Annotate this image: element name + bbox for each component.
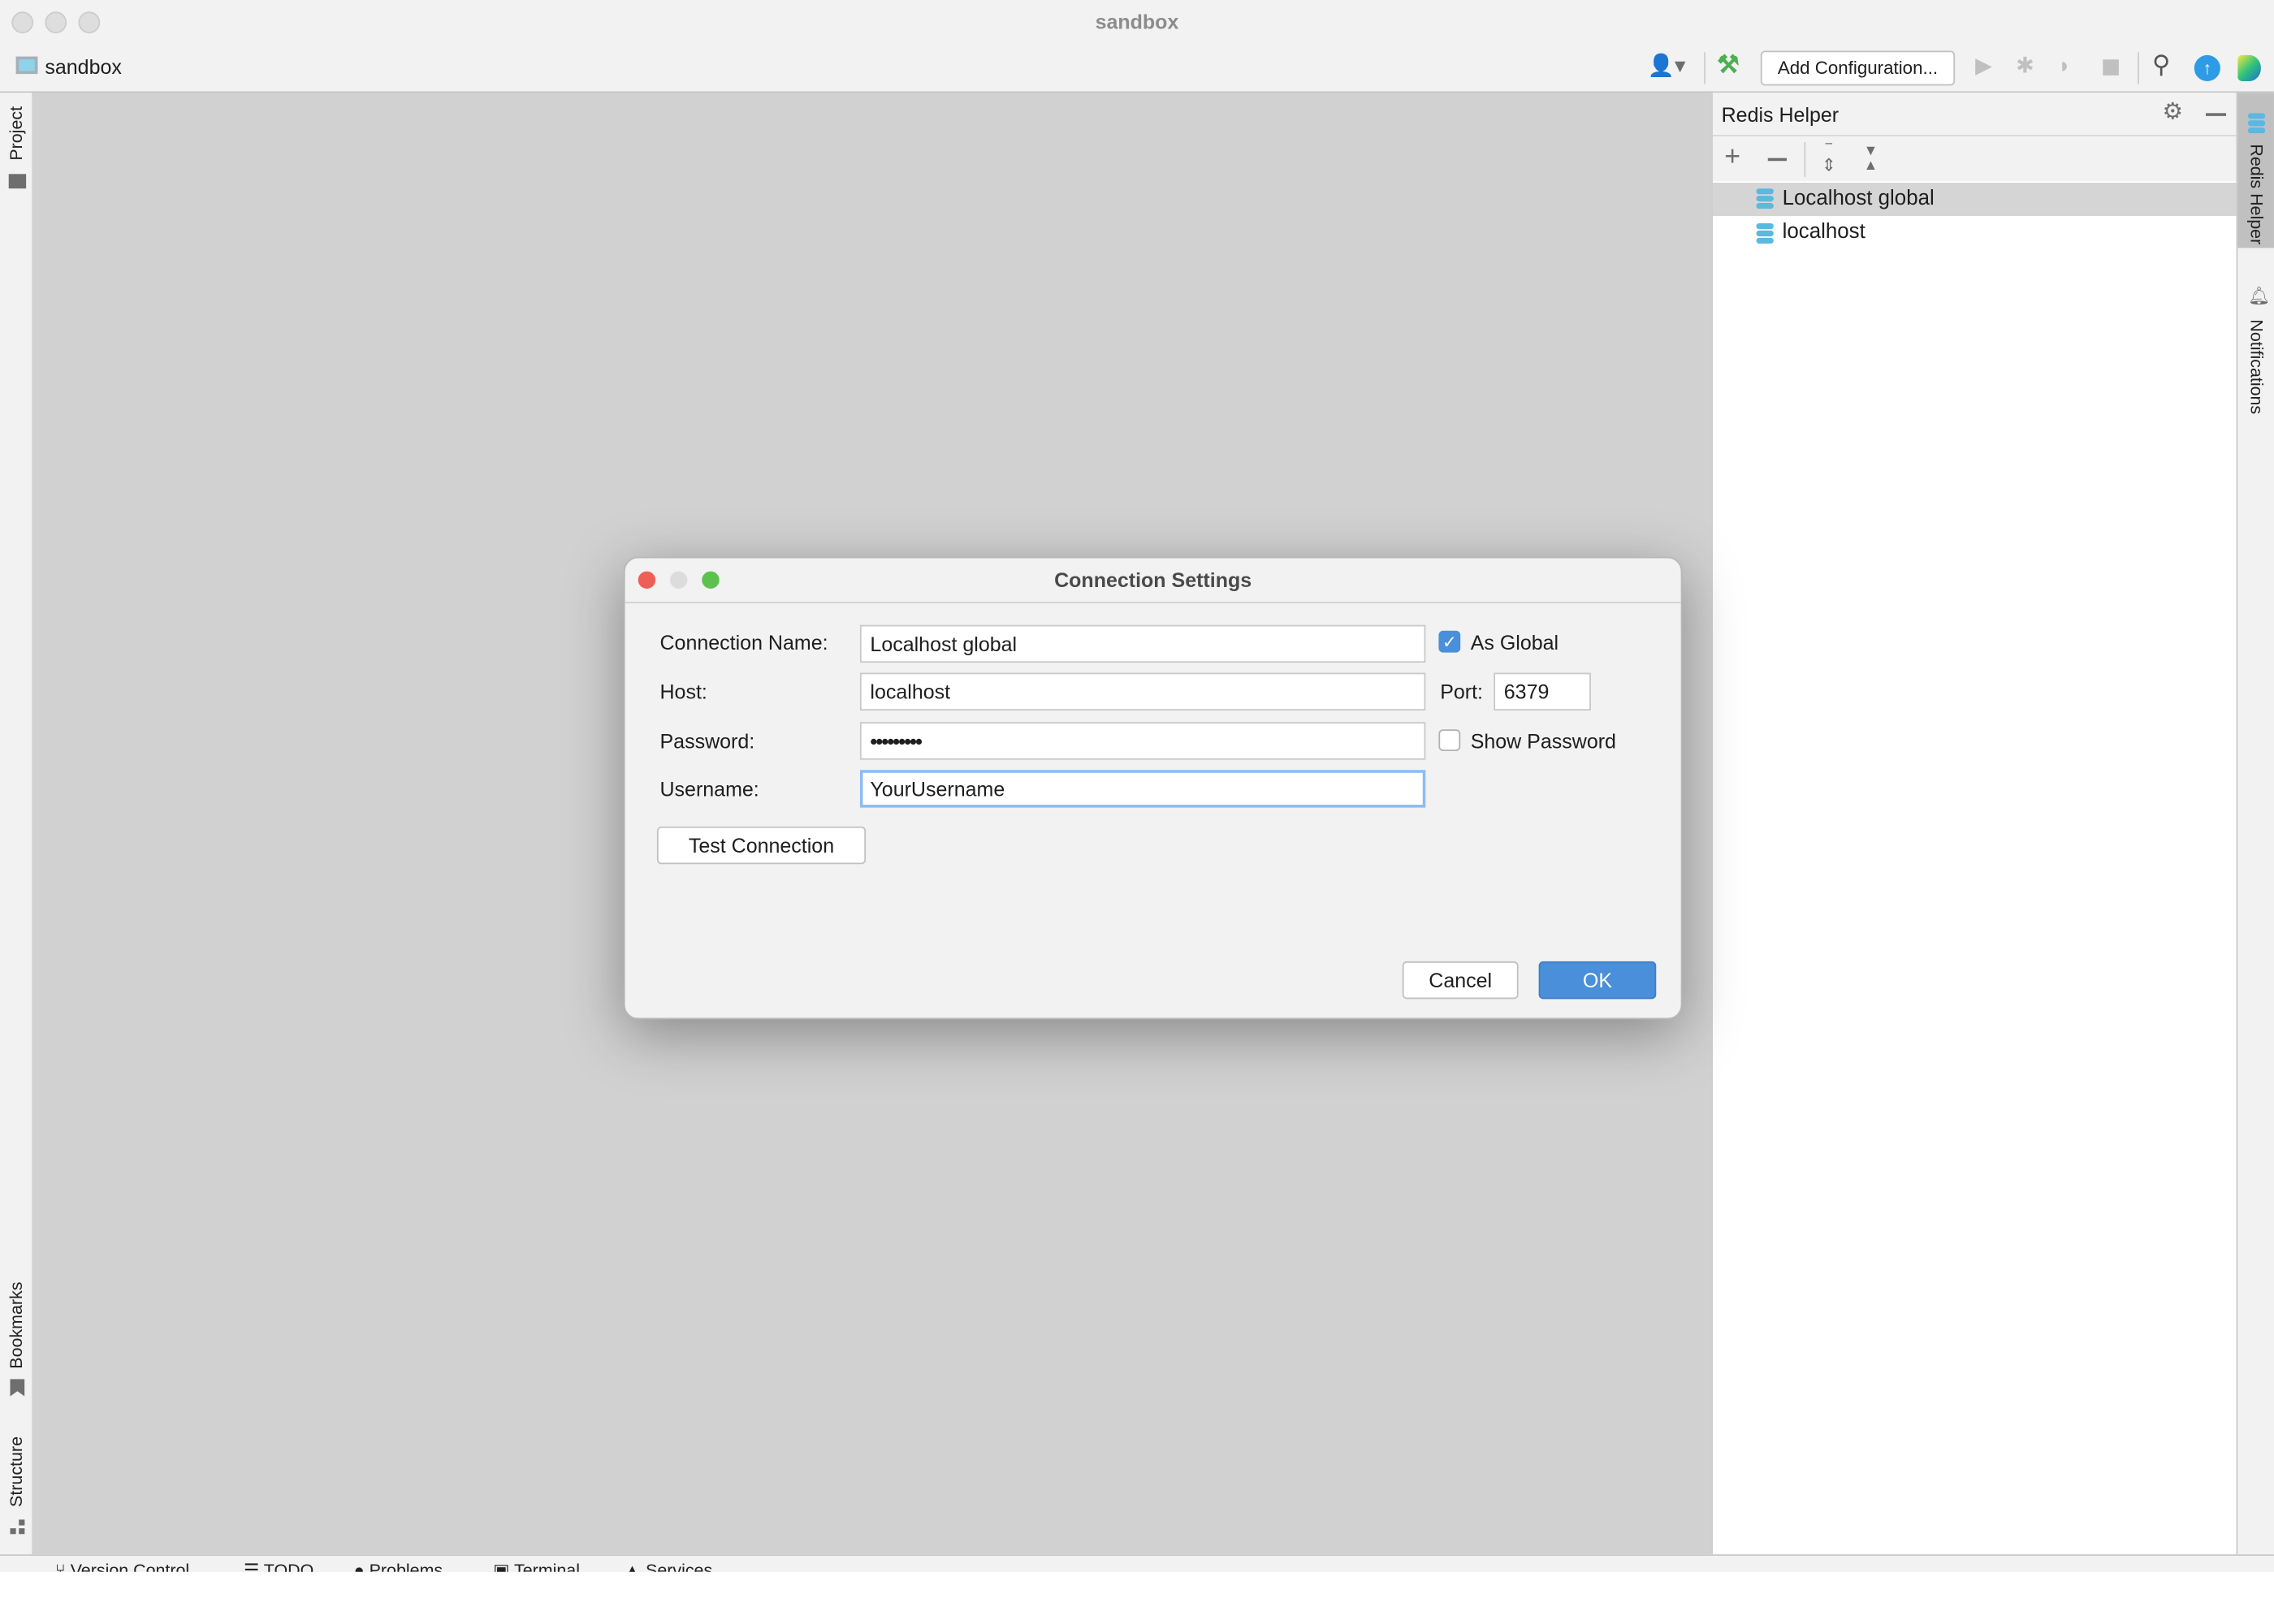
bottom-tool-bar: ⑂ Version Control ☰ TODO ● Problems ▣ Te… [0,1554,2274,1572]
cancel-button[interactable]: Cancel [1402,961,1519,1000]
connection-item[interactable]: localhost [1713,218,2237,249]
dialog-close-button[interactable] [638,571,656,589]
ide-window: sandbox sandbox 👤▾ ⚒ Add Configuration..… [0,0,2274,1572]
tab-label: Problems [369,1560,443,1572]
host-input[interactable]: localhost [859,672,1426,710]
dialog-minimize-button[interactable] [669,571,688,589]
as-global-checkbox[interactable]: ✓ [1438,630,1461,653]
as-global-label: As Global [1470,630,1559,654]
project-tool-tab[interactable]: Project [6,105,26,162]
remove-icon[interactable] [1767,158,1787,162]
password-label: Password: [659,729,755,753]
coverage-icon[interactable]: ◗ [2058,52,2071,81]
right-tool-strip: Redis Helper 🔔︎ Notifications [2236,93,2274,1555]
connection-label: Localhost global [1782,187,1935,210]
redis-helper-tab-label: Redis Helper [2246,144,2268,245]
debug-icon[interactable]: ✱ [2016,52,2034,81]
user-icon[interactable]: 👤▾ [1648,52,1686,81]
close-window-button[interactable] [11,11,34,34]
project-name[interactable]: sandbox [45,55,122,79]
redis-helper-panel: Redis Helper ⚙ + ‾ ⇕ _ ▼ ▲ Localhost global… [1711,93,2238,1555]
notifications-tool-tab[interactable]: Notifications [2246,309,2267,425]
stop-icon[interactable] [2103,59,2119,76]
toolbox-icon[interactable] [2237,54,2261,81]
bell-icon: 🔔︎ [2247,285,2271,306]
database-icon [2247,113,2266,134]
connection-item[interactable]: Localhost global [1712,182,2238,217]
hammer-icon[interactable]: ⚒ [1717,50,1739,80]
show-password-checkbox[interactable] [1438,729,1461,751]
left-tool-strip: Project Bookmarks Structure [0,93,32,1555]
folder-icon [8,174,27,189]
dialog-title: Connection Settings [625,558,1681,603]
structure-tool-tab[interactable]: Structure [6,1431,26,1512]
show-password-label: Show Password [1470,729,1616,753]
terminal-tab[interactable]: ▣ Terminal [493,1560,580,1571]
username-input[interactable]: YourUsername [859,770,1426,808]
panel-title: Redis Helper [1721,102,1840,127]
todo-tab[interactable]: ☰ TODO [244,1560,313,1571]
tab-label: Services [646,1560,713,1572]
zoom-window-button[interactable] [78,11,101,34]
database-icon [1756,188,1774,209]
collapse-all-icon[interactable]: ▼ ▲ [1864,145,1878,175]
ok-button[interactable]: OK [1538,961,1657,1000]
test-connection-button[interactable]: Test Connection [656,826,867,865]
host-label: Host: [659,680,707,704]
tab-label: Version Control [70,1560,190,1572]
add-icon[interactable]: + [1724,143,1740,173]
project-icon [15,56,38,75]
services-tab[interactable]: ▲ Services [624,1560,712,1571]
tab-label: TODO [263,1560,314,1572]
dialog-zoom-button[interactable] [702,571,720,589]
update-icon[interactable]: ↑ [2194,54,2220,81]
port-label: Port: [1440,680,1484,704]
gear-icon[interactable]: ⚙ [2162,98,2183,127]
redis-helper-tool-tab[interactable]: Redis Helper [2237,93,2274,248]
connection-name-input[interactable]: Localhost global [859,624,1426,663]
main-toolbar: sandbox 👤▾ ⚒ Add Configuration... ▶ ✱ ◗ … [0,44,2274,93]
connection-name-label: Connection Name: [659,630,828,654]
port-input[interactable]: 6379 [1494,672,1591,710]
password-input[interactable]: ••••••••• [859,722,1426,760]
add-configuration-button[interactable]: Add Configuration... [1760,50,1956,86]
run-icon[interactable]: ▶ [1975,52,1992,81]
database-icon [1756,222,1774,244]
bookmark-icon [10,1379,25,1397]
connection-label: localhost [1782,220,1865,244]
problems-tab[interactable]: ● Problems [354,1560,443,1571]
connection-settings-dialog: Connection Settings Connection Name: Loc… [623,556,1683,1020]
window-title: sandbox [1095,10,1179,34]
search-icon[interactable]: ⚲ [2152,50,2170,80]
bookmarks-tool-tab[interactable]: Bookmarks [6,1277,26,1373]
version-control-tab[interactable]: ⑂ Version Control [55,1560,189,1571]
hide-panel-icon[interactable] [2206,113,2227,116]
tab-label: Terminal [513,1560,580,1572]
structure-icon [10,1519,25,1535]
expand-all-icon[interactable]: ‾ ⇕ _ [1822,142,1836,188]
username-label: Username: [659,777,759,801]
minimize-window-button[interactable] [45,11,67,34]
